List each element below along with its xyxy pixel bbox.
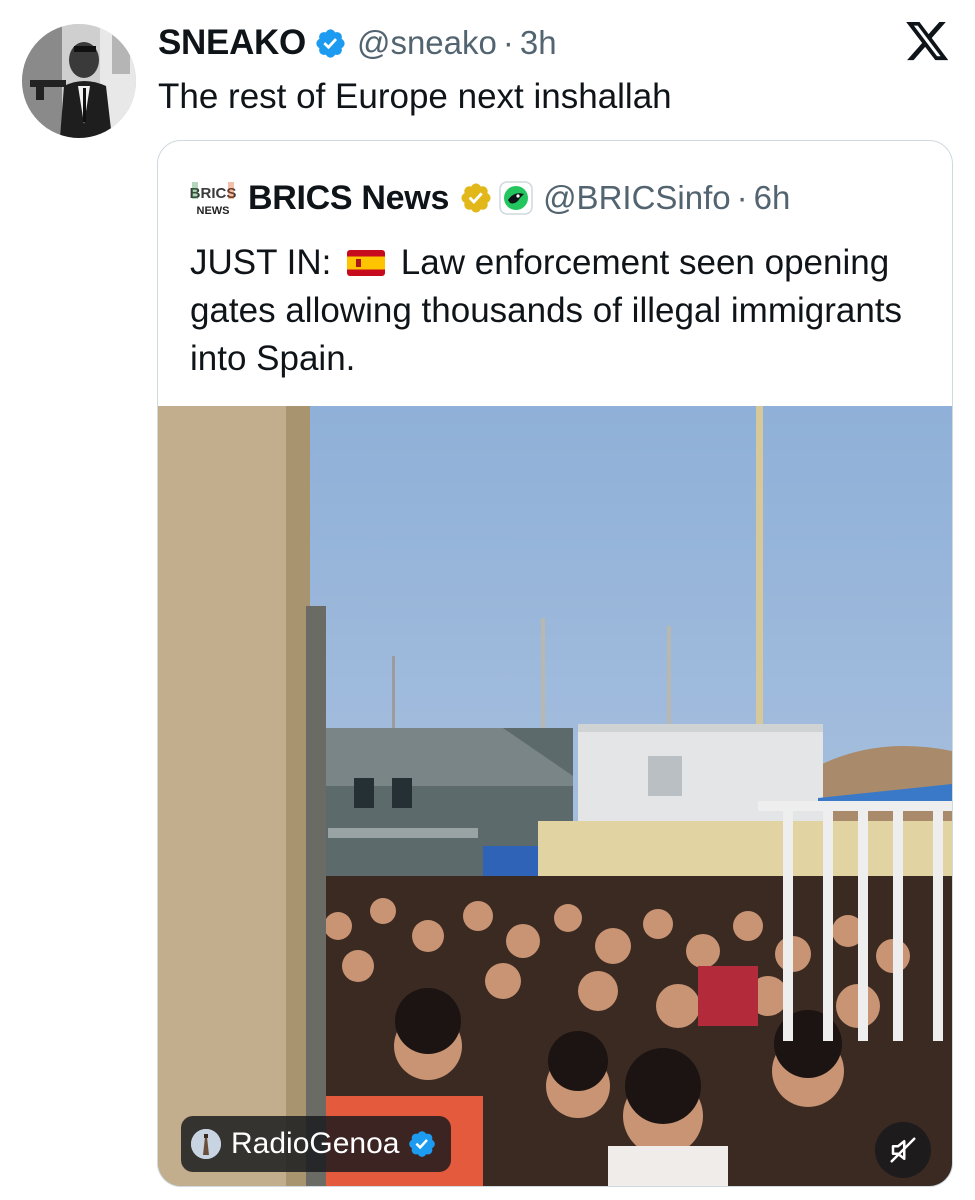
source-verified-badge-icon: [409, 1131, 436, 1157]
gold-verified-badge-icon: [461, 183, 491, 213]
avatar-photo: [22, 24, 136, 138]
quoted-tweet-text: JUST IN: Law enforcement seen opening ga…: [190, 239, 930, 383]
speaker-muted-icon: [890, 1137, 916, 1163]
tweet-timestamp[interactable]: 3h: [520, 24, 557, 62]
brics-news-avatar[interactable]: BRICS NEWS: [188, 178, 238, 218]
tweet-text: The rest of Europe next inshallah: [158, 77, 672, 116]
x-logo-icon: [906, 22, 949, 61]
video-player[interactable]: RadioGenoa: [158, 406, 952, 1186]
author-avatar[interactable]: [22, 24, 136, 138]
quoted-timestamp[interactable]: 6h: [754, 179, 791, 217]
quoted-separator-dot: ·: [736, 179, 748, 216]
quoted-text-prefix: JUST IN:: [190, 243, 332, 282]
tweet-header: SNEAKO @sneako · 3h: [158, 20, 557, 66]
verified-badge-icon: [316, 28, 345, 58]
quoted-handle[interactable]: @BRICSinfo: [543, 179, 731, 217]
quoted-tweet-header: BRICS NEWS BRICS News @BRICSinfo · 6h: [188, 175, 791, 221]
lighthouse-icon: [191, 1129, 221, 1159]
author-display-name[interactable]: SNEAKO: [158, 23, 306, 63]
source-avatar: [191, 1129, 221, 1159]
media-source-name: RadioGenoa: [231, 1127, 400, 1160]
affiliate-badge-icon[interactable]: [499, 181, 533, 215]
mute-button[interactable]: [875, 1122, 931, 1178]
spain-flag-icon: [347, 250, 386, 276]
media-source-pill[interactable]: RadioGenoa: [181, 1116, 452, 1172]
separator-dot: ·: [502, 24, 514, 61]
quoted-display-name[interactable]: BRICS News: [248, 179, 449, 218]
brics-logo-bottom: NEWS: [197, 205, 230, 217]
author-handle[interactable]: @sneako: [357, 24, 497, 62]
quoted-tweet-card[interactable]: BRICS NEWS BRICS News @BRICSinfo · 6h JU…: [157, 140, 953, 1187]
video-frame: [158, 406, 952, 1186]
